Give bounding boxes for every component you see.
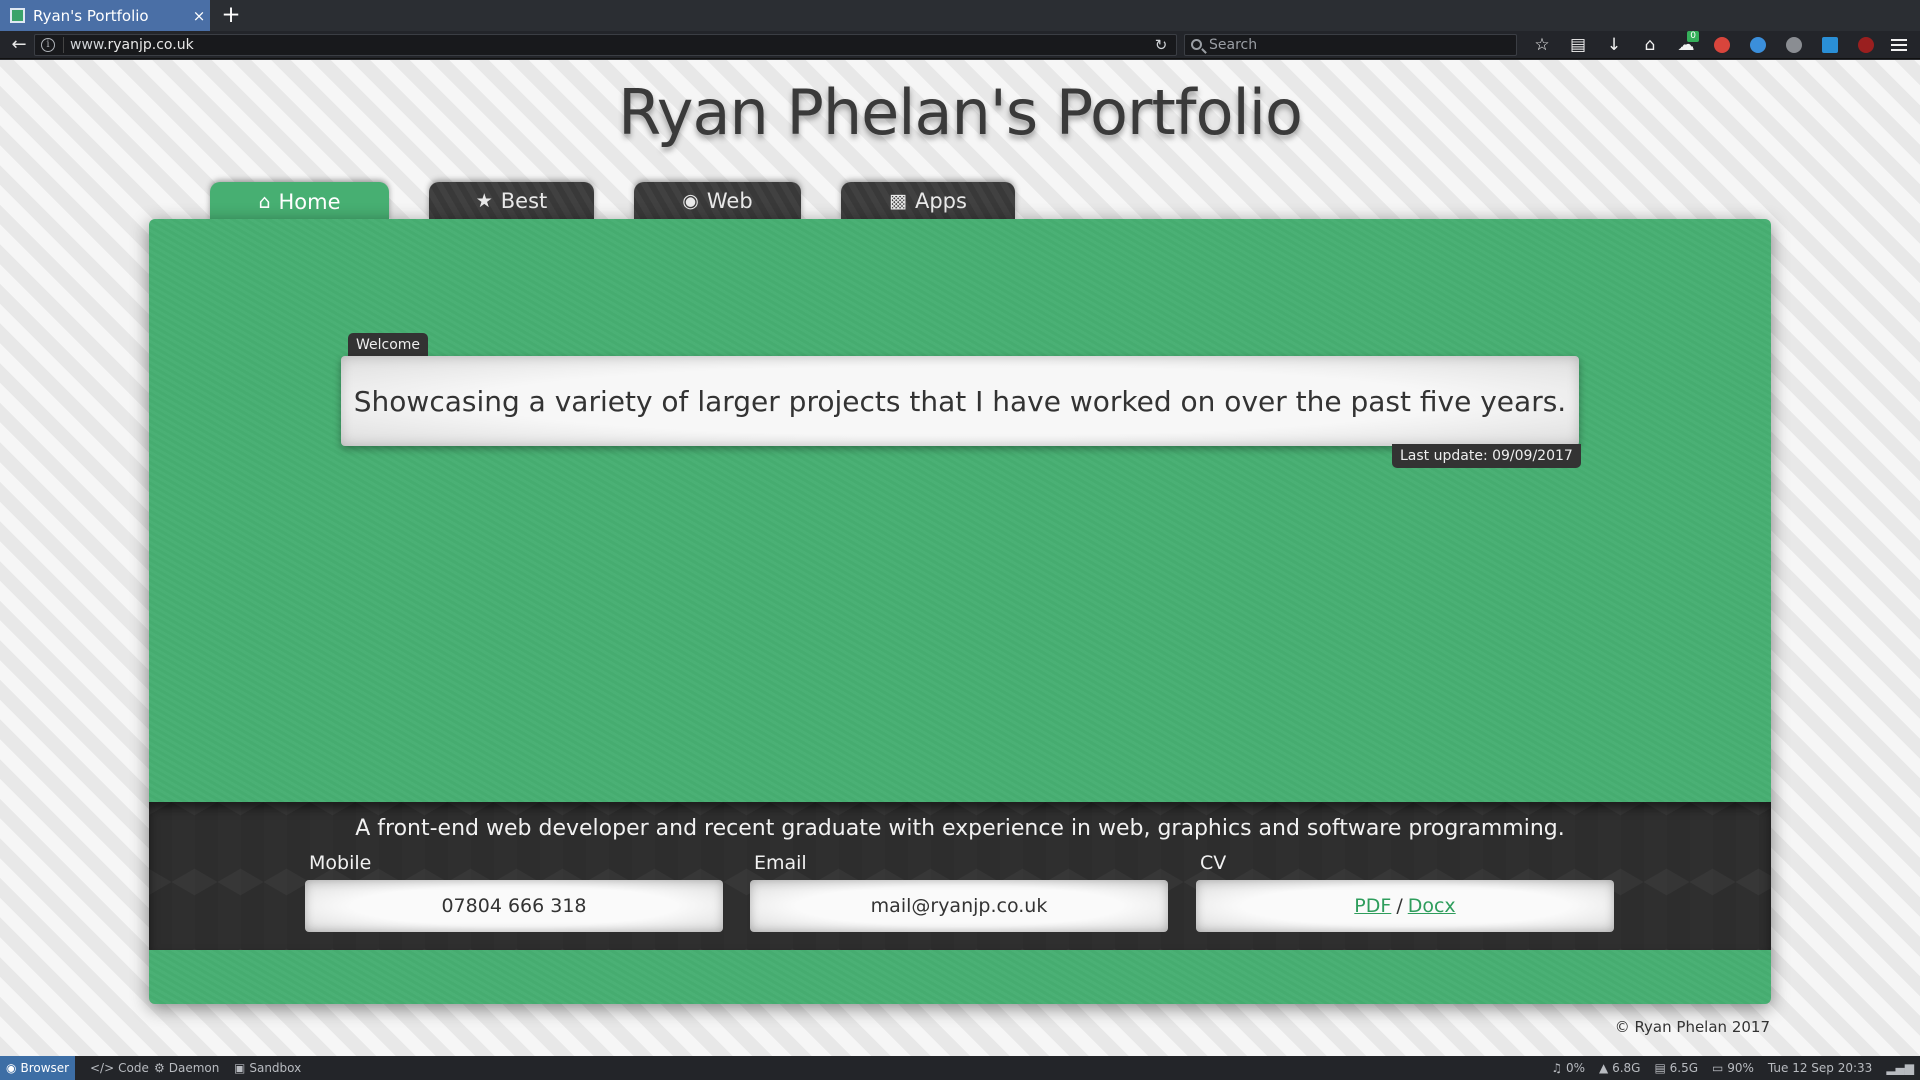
tab-home-label: Home — [278, 190, 341, 214]
welcome-label: Welcome — [348, 333, 429, 357]
system-tray: ♫ 0% ▲ 6.8G ▤ 6.5G ▭ 90% Tue 12 Sep 20:3… — [1551, 1056, 1914, 1080]
contact-band: A front-end web developer and recent gra… — [149, 802, 1771, 950]
tab-best-label: Best — [500, 189, 548, 213]
taskbar-sandbox[interactable]: ▣ Sandbox — [228, 1056, 307, 1080]
email-label: Email — [754, 852, 807, 874]
last-update-badge: Last update: 09/09/2017 — [1392, 444, 1581, 468]
disk-icon: ▤ — [1654, 1061, 1666, 1075]
volume-status[interactable]: ♫ 0% — [1551, 1061, 1585, 1075]
cv-docx-link[interactable]: Docx — [1408, 895, 1456, 917]
battery-icon: ▭ — [1712, 1061, 1724, 1075]
taskbar-daemon-label: Daemon — [168, 1061, 220, 1075]
gear-icon: ⚙ — [154, 1061, 165, 1075]
taskbar-daemon[interactable]: ⚙ Daemon — [148, 1056, 225, 1080]
browser-tab-strip: Ryan's Portfolio × + — [0, 0, 1920, 31]
search-input[interactable]: Search — [1184, 34, 1517, 56]
page-viewport: Ryan Phelan's Portfolio ⌂ Home ★ Best ◉ … — [0, 60, 1920, 1056]
mobile-value: 07804 666 318 — [305, 880, 723, 932]
bookmark-star-icon[interactable]: ☆ — [1524, 34, 1560, 56]
taskbar-sandbox-label: Sandbox — [249, 1061, 302, 1075]
download-icon[interactable]: ↓ — [1596, 34, 1632, 56]
globe-icon[interactable] — [1776, 34, 1812, 56]
url-divider — [63, 37, 64, 53]
search-placeholder: Search — [1209, 37, 1258, 53]
firefox-icon: ◉ — [6, 1061, 17, 1075]
sandbox-icon: ▣ — [234, 1061, 246, 1075]
site-title: Ryan Phelan's Portfolio — [618, 76, 1303, 149]
mobile-label: Mobile — [309, 852, 372, 874]
info-icon[interactable]: i — [41, 38, 55, 52]
volume-icon: ♫ — [1551, 1061, 1563, 1075]
chart-icon: ▲ — [1599, 1061, 1609, 1075]
clipboard-icon[interactable]: ▤ — [1560, 34, 1596, 56]
tab-web[interactable]: ◉ Web — [634, 182, 801, 220]
welcome-banner: Showcasing a variety of larger projects … — [341, 356, 1579, 446]
clock: Tue 12 Sep 20:33 — [1767, 1061, 1873, 1075]
battery-status: ▭ 90% — [1712, 1061, 1754, 1075]
tab-apps-label: Apps — [914, 189, 967, 213]
cv-pdf-link[interactable]: PDF — [1354, 895, 1391, 917]
cv-separator: / — [1396, 895, 1403, 917]
extension-s-icon[interactable] — [1812, 34, 1848, 56]
browser-tab-title: Ryan's Portfolio — [33, 6, 149, 25]
ublock-icon[interactable] — [1848, 34, 1884, 56]
home-icon: ⌂ — [258, 190, 271, 213]
tab-web-label: Web — [706, 189, 753, 213]
volume-value: 0% — [1565, 1061, 1586, 1075]
back-arrow-icon[interactable]: ← — [8, 34, 30, 56]
cv-label: CV — [1200, 852, 1227, 874]
code-icon: </> — [90, 1061, 115, 1075]
star-icon: ★ — [475, 189, 493, 212]
tab-home[interactable]: ⌂ Home — [210, 182, 389, 222]
copyright: © Ryan Phelan 2017 — [1614, 1018, 1770, 1036]
taskbar-browser[interactable]: ◉ Browser — [0, 1056, 76, 1080]
memory-status: ▲ 6.8G — [1599, 1061, 1640, 1075]
tagline: A front-end web developer and recent gra… — [355, 816, 1565, 841]
taskbar-code[interactable]: </> Code — [84, 1056, 155, 1080]
addon-badge: 0 — [1687, 31, 1699, 42]
contact-mobile: Mobile 07804 666 318 — [305, 852, 723, 932]
system-taskbar: ◉ Browser </> Code ⚙ Daemon ▣ Sandbox ♫ … — [0, 1056, 1920, 1080]
home-icon[interactable]: ⌂ — [1632, 34, 1668, 56]
url-bar[interactable]: i www. ryanjp.co.uk — [34, 34, 1177, 56]
taskbar-browser-label: Browser — [20, 1061, 70, 1075]
new-tab-button[interactable]: + — [218, 2, 244, 29]
disk-status: ▤ 6.5G — [1654, 1061, 1698, 1075]
url-prefix: www. — [70, 37, 108, 53]
browser-navbar: ← i www. ryanjp.co.uk ↻ Search ☆ ▤ ↓ ⌂ ☁ 0 — [0, 31, 1920, 59]
cv-links: PDF / Docx — [1196, 880, 1614, 932]
url-host: ryanjp.co.uk — [107, 37, 194, 53]
contact-email: Email mail@ryanjp.co.uk — [750, 852, 1168, 932]
email-value[interactable]: mail@ryanjp.co.uk — [750, 880, 1168, 932]
battery-value: 90% — [1727, 1061, 1754, 1075]
hamburger-menu-icon[interactable] — [1886, 34, 1912, 56]
tab-apps[interactable]: ▩ Apps — [841, 182, 1015, 220]
disk-value: 6.5G — [1669, 1061, 1699, 1075]
addon-icon[interactable]: ☁ 0 — [1668, 31, 1704, 56]
signal-icon: ▂▄▆ — [1886, 1061, 1914, 1075]
favicon-icon — [10, 8, 25, 23]
gamepad-icon: ▩ — [889, 189, 907, 212]
welcome-text: Showcasing a variety of larger projects … — [353, 384, 1567, 418]
pocket-icon[interactable] — [1704, 34, 1740, 56]
toolbar-icons: ☆ ▤ ↓ ⌂ ☁ 0 — [1524, 31, 1884, 56]
taskbar-code-label: Code — [118, 1061, 149, 1075]
reload-icon[interactable]: ↻ — [1150, 34, 1172, 56]
memory-value: 6.8G — [1612, 1061, 1641, 1075]
browser-tab[interactable]: Ryan's Portfolio × — [0, 0, 210, 31]
firefox-icon: ◉ — [682, 189, 699, 212]
contact-cv: CV PDF / Docx — [1196, 852, 1614, 932]
search-icon — [1191, 39, 1202, 50]
account-icon[interactable] — [1740, 34, 1776, 56]
close-tab-icon[interactable]: × — [188, 7, 210, 25]
tab-best[interactable]: ★ Best — [429, 182, 594, 220]
